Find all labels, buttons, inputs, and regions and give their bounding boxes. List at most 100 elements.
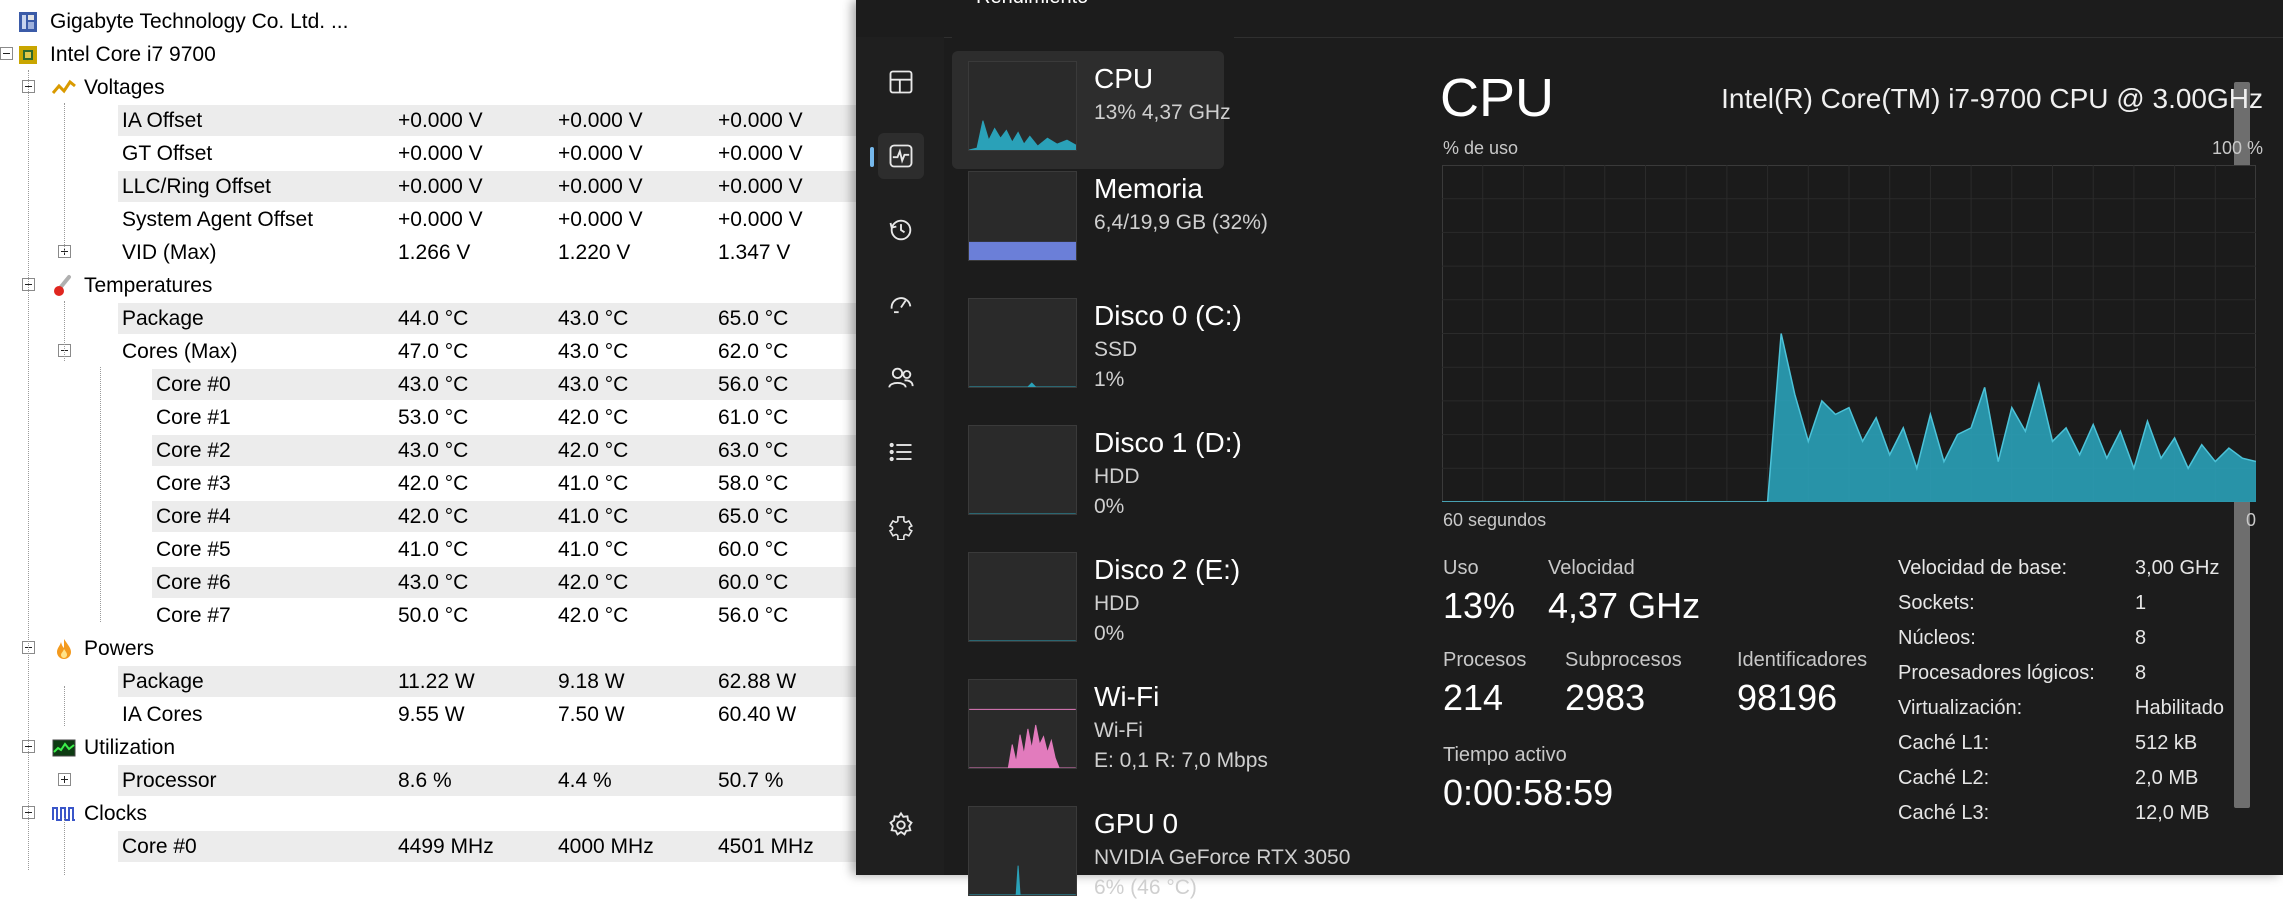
tree-row-value-v1: 11.22 W bbox=[398, 670, 475, 693]
tree-row[interactable]: Core #5 41.0 °C 41.0 °C 60.0 °C bbox=[0, 533, 860, 566]
resource-card[interactable]: Disco 0 (C:) SSD 1% bbox=[952, 288, 1242, 406]
resource-name: CPU bbox=[1094, 63, 1154, 94]
resource-card[interactable]: Disco 1 (D:) HDD 0% bbox=[952, 415, 1242, 533]
tree-row-label: Core #0 bbox=[122, 835, 197, 858]
tree-row[interactable]: Core #6 43.0 °C 42.0 °C 60.0 °C bbox=[0, 566, 860, 599]
collapse-toggle[interactable] bbox=[0, 47, 13, 60]
resource-thumbnail-graph bbox=[968, 298, 1077, 388]
tree-row[interactable]: Core #1 53.0 °C 42.0 °C 61.0 °C bbox=[0, 401, 860, 434]
tree-row[interactable]: Cores (Max) 47.0 °C 43.0 °C 62.0 °C bbox=[0, 335, 860, 368]
tree-guide-line bbox=[64, 686, 65, 726]
cpu-detail-pane: CPU Intel(R) Core(TM) i7-9700 CPU @ 3.00… bbox=[1440, 37, 2283, 875]
flame-icon bbox=[52, 637, 76, 661]
tree-row[interactable]: Temperatures bbox=[0, 269, 860, 302]
tree-row[interactable]: GT Offset +0.000 V +0.000 V +0.000 V bbox=[0, 137, 860, 170]
tree-row-value-v2: +0.000 V bbox=[558, 208, 643, 231]
tree-row-label: IA Cores bbox=[122, 703, 203, 726]
tree-row[interactable]: Core #0 43.0 °C 43.0 °C 56.0 °C bbox=[0, 368, 860, 401]
resource-card[interactable]: GPU 0 NVIDIA GeForce RTX 3050 6% (46 °C) bbox=[952, 796, 1350, 914]
tree-row-label: Core #1 bbox=[156, 406, 231, 429]
tree-row[interactable]: Gigabyte Technology Co. Ltd. ... bbox=[0, 5, 860, 38]
spec-value: 1 bbox=[2135, 592, 2147, 614]
identificadores-value: 98196 bbox=[1737, 677, 1838, 718]
details-icon bbox=[887, 438, 915, 466]
tree-row-value-v2: 9.18 W bbox=[558, 670, 625, 693]
resource-thumbnail-graph bbox=[968, 552, 1077, 642]
tree-row-value-v3: 61.0 °C bbox=[718, 406, 789, 429]
resource-card[interactable]: Disco 2 (E:) HDD 0% bbox=[952, 542, 1240, 660]
tree-row-value-v2: 4.4 % bbox=[558, 769, 612, 792]
resource-thumbnail-graph bbox=[968, 806, 1077, 896]
tree-row-label: Core #7 bbox=[156, 604, 231, 627]
tree-row[interactable]: Core #0 4499 MHz 4000 MHz 4501 MHz bbox=[0, 830, 860, 863]
tree-row-value-v2: 42.0 °C bbox=[558, 571, 629, 594]
nav-users-button[interactable] bbox=[878, 355, 924, 401]
hwmonitor-panel: Gigabyte Technology Co. Ltd. ... Intel Co… bbox=[0, 0, 860, 875]
expand-toggle[interactable] bbox=[58, 773, 71, 786]
spec-label: Caché L3: bbox=[1898, 802, 1990, 824]
tree-row-value-v1: 41.0 °C bbox=[398, 538, 469, 561]
tree-row-value-v3: 56.0 °C bbox=[718, 373, 789, 396]
tree-row-label: Core #5 bbox=[156, 538, 231, 561]
tree-row-value-v1: 43.0 °C bbox=[398, 571, 469, 594]
graph-y-label: % de uso bbox=[1443, 138, 1519, 158]
tree-row[interactable]: Core #4 42.0 °C 41.0 °C 65.0 °C bbox=[0, 500, 860, 533]
tree-row[interactable]: Core #3 42.0 °C 41.0 °C 58.0 °C bbox=[0, 467, 860, 500]
tree-row[interactable]: IA Cores 9.55 W 7.50 W 60.40 W bbox=[0, 698, 860, 731]
tree-row[interactable]: Core #7 50.0 °C 42.0 °C 56.0 °C bbox=[0, 599, 860, 632]
tree-row[interactable]: System Agent Offset +0.000 V +0.000 V +0.00… bbox=[0, 203, 860, 236]
nav-app-history-button[interactable] bbox=[878, 207, 924, 253]
nav-processes-button[interactable] bbox=[878, 59, 924, 105]
tree-row-value-v1: +0.000 V bbox=[398, 208, 483, 231]
tree-row-label: Intel Core i7 9700 bbox=[50, 43, 216, 66]
resource-card[interactable]: Memoria 6,4/19,9 GB (32%) bbox=[952, 161, 1268, 279]
tree-row[interactable]: Utilization bbox=[0, 731, 860, 764]
tree-row[interactable]: Clocks bbox=[0, 797, 860, 830]
tree-row-value-v2: 41.0 °C bbox=[558, 538, 629, 561]
tree-row-value-v1: +0.000 V bbox=[398, 109, 483, 132]
page-title: Rendimiento bbox=[976, 0, 1088, 9]
tree-row[interactable]: IA Offset +0.000 V +0.000 V +0.000 V bbox=[0, 104, 860, 137]
resource-detail-line: SSD bbox=[1094, 338, 1138, 361]
tree-row-label: Powers bbox=[84, 637, 155, 660]
resource-card[interactable]: Wi-Fi Wi-Fi E: 0,1 R: 7,0 Mbps bbox=[952, 669, 1268, 787]
tree-row-value-v1: 4499 MHz bbox=[398, 835, 494, 858]
tree-row[interactable]: Processor 8.6 % 4.4 % 50.7 % bbox=[0, 764, 860, 797]
tree-row-value-v1: 9.55 W bbox=[398, 703, 465, 726]
tree-row-value-v3: 60.0 °C bbox=[718, 571, 789, 594]
tree-row-label: LLC/Ring Offset bbox=[122, 175, 272, 198]
tree-row-value-v1: 44.0 °C bbox=[398, 307, 469, 330]
nav-settings-button[interactable] bbox=[878, 802, 924, 848]
nav-startup-apps-button[interactable] bbox=[878, 281, 924, 327]
tree-row[interactable]: Package 44.0 °C 43.0 °C 65.0 °C bbox=[0, 302, 860, 335]
tiempo-activo-label: Tiempo activo bbox=[1443, 744, 1567, 766]
nav-performance-button[interactable] bbox=[870, 133, 924, 179]
tree-row[interactable]: Intel Core i7 9700 bbox=[0, 38, 860, 71]
resource-thumbnail-graph bbox=[968, 425, 1077, 515]
nav-details-button[interactable] bbox=[878, 429, 924, 475]
resource-card[interactable]: CPU 13% 4,37 GHz bbox=[952, 51, 1231, 169]
tree-row[interactable]: LLC/Ring Offset +0.000 V +0.000 V +0.000 V bbox=[0, 170, 860, 203]
spec-value: 512 kB bbox=[2135, 732, 2198, 754]
tree-row[interactable]: Voltages bbox=[0, 71, 860, 104]
tree-row-value-v1: 43.0 °C bbox=[398, 373, 469, 396]
subprocesos-value: 2983 bbox=[1565, 677, 1646, 718]
tree-row-value-v2: 41.0 °C bbox=[558, 472, 629, 495]
uso-value: 13% bbox=[1443, 585, 1516, 626]
tree-row[interactable]: Core #2 43.0 °C 42.0 °C 63.0 °C bbox=[0, 434, 860, 467]
users-icon bbox=[887, 364, 915, 392]
resource-list: CPU 13% 4,37 GHz Memoria 6,4/19,9 GB (32%) D… bbox=[952, 37, 1350, 899]
tree-row[interactable]: Powers bbox=[0, 632, 860, 665]
tree-row-label: Core #4 bbox=[156, 505, 231, 528]
nav-services-button[interactable] bbox=[878, 503, 924, 549]
tree-row-label: IA Offset bbox=[122, 109, 203, 132]
spec-label: Virtualización: bbox=[1898, 697, 2023, 719]
tree-row[interactable]: VID (Max) 1.266 V 1.220 V 1.347 V bbox=[0, 236, 860, 269]
tree-row-value-v2: 43.0 °C bbox=[558, 307, 629, 330]
tree-row-label: Package bbox=[122, 307, 204, 330]
resource-detail-line: 0% bbox=[1094, 622, 1125, 645]
tree-row-value-v2: +0.000 V bbox=[558, 109, 643, 132]
tree-row-value-v3: +0.000 V bbox=[718, 175, 803, 198]
tree-row[interactable]: Package 11.22 W 9.18 W 62.88 W bbox=[0, 665, 860, 698]
resource-detail-line: HDD bbox=[1094, 465, 1140, 488]
